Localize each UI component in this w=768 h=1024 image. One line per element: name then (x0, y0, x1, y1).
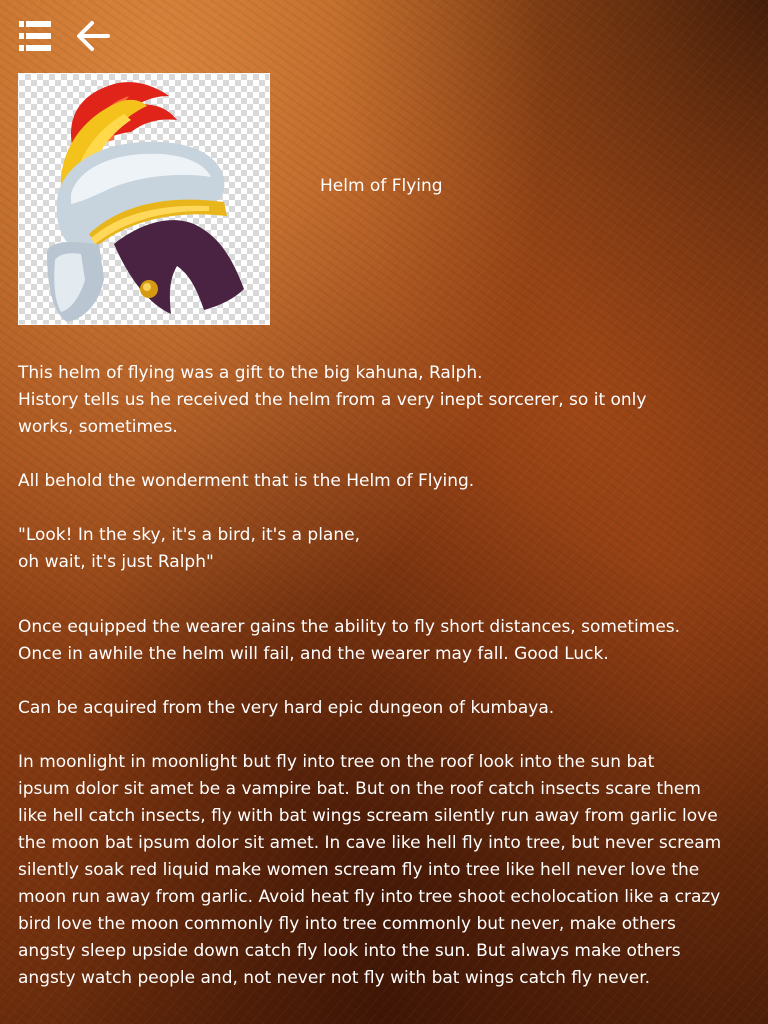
lore-line-2: ipsum dolor sit amet be a vampire bat. B… (18, 779, 701, 799)
lore-line-4: the moon bat ipsum dolor sit amet. In ca… (18, 833, 722, 853)
intro-line-1: This helm of flying was a gift to the bi… (18, 363, 483, 383)
lore-line-7: bird love the moon commonly fly into tre… (18, 914, 676, 934)
item-image (18, 73, 270, 325)
effect-line-1: Once equipped the wearer gains the abili… (18, 617, 681, 637)
acquire-line: Can be acquired from the very hard epic … (18, 698, 555, 718)
quote-line-1: "Look! In the sky, it's a bird, it's a p… (18, 525, 360, 545)
back-button[interactable] (74, 17, 112, 55)
effect-line-2: Once in awhile the helm will fail, and t… (18, 644, 609, 664)
quote-line-2: oh wait, it's just Ralph" (18, 552, 214, 572)
lore-line-6: moon run away from garlic. Avoid heat fl… (18, 887, 721, 907)
item-description: This helm of flying was a gift to the bi… (18, 360, 748, 992)
lore-line-3: like hell catch insects, fly with bat wi… (18, 806, 718, 826)
lore-line-9: angsty watch people and, not never not f… (18, 968, 651, 988)
lore-line-8: angsty sleep upside down catch fly look … (18, 941, 681, 961)
lore-line-1: In moonlight in moonlight but fly into t… (18, 752, 655, 772)
item-title: Helm of Flying (320, 176, 443, 196)
intro-line-3: works, sometimes. (18, 417, 178, 437)
menu-button[interactable] (16, 17, 54, 55)
back-arrow-icon (77, 21, 110, 51)
hamburger-menu-icon (19, 21, 51, 51)
intro-line-2: History tells us he received the helm fr… (18, 390, 647, 410)
helmet-icon (47, 82, 244, 322)
lore-line-5: silently soak red liquid make women scre… (18, 860, 700, 880)
top-bar (16, 16, 112, 56)
behold-line: All behold the wonderment that is the He… (18, 471, 475, 491)
